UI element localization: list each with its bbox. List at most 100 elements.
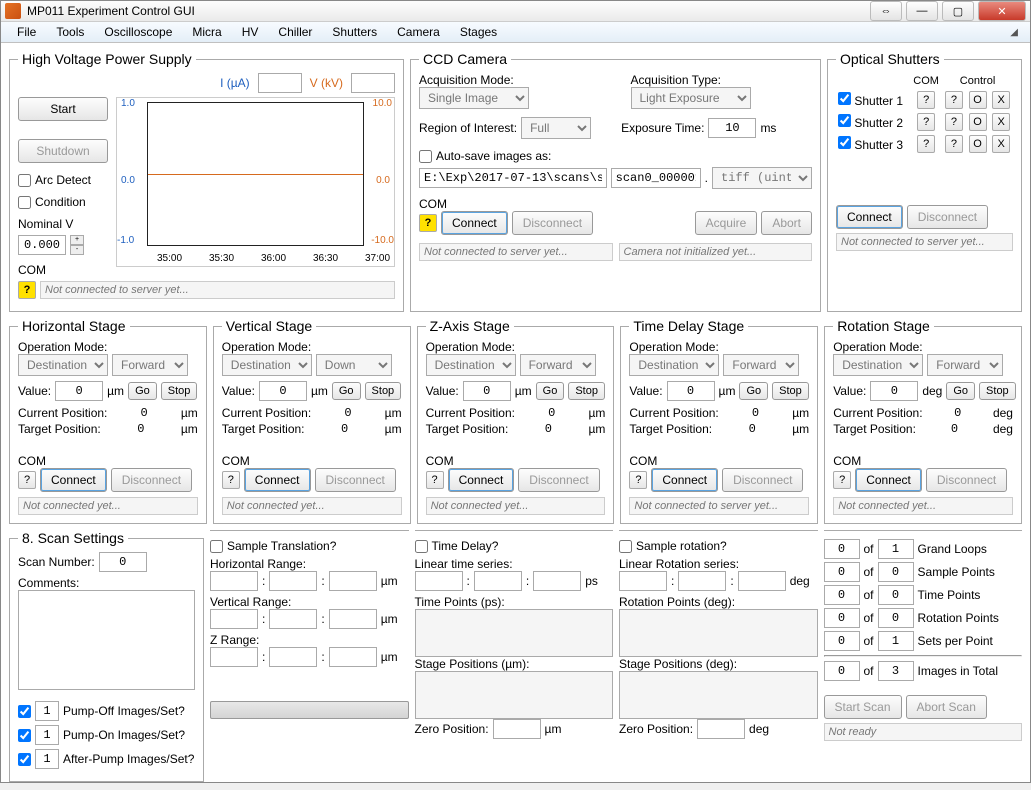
- stage-2-value[interactable]: [463, 381, 511, 401]
- time-delay-checkbox[interactable]: [415, 540, 428, 553]
- time-points-list[interactable]: [415, 609, 614, 657]
- stage-0-go[interactable]: Go: [128, 382, 157, 400]
- abort-scan-button[interactable]: Abort Scan: [906, 695, 987, 719]
- shutter-disconnect-button[interactable]: Disconnect: [907, 205, 988, 229]
- filename-input[interactable]: [611, 168, 701, 188]
- time-zero-input[interactable]: [493, 719, 541, 739]
- shutter-1-enable[interactable]: [838, 92, 851, 105]
- stage-1-go[interactable]: Go: [332, 382, 361, 400]
- start-button[interactable]: Start: [18, 97, 108, 121]
- arc-detect-checkbox[interactable]: [18, 174, 31, 187]
- pump-off-count[interactable]: [35, 701, 59, 721]
- shutter-1-ctrl-q[interactable]: ?: [945, 91, 963, 109]
- rot-zero-input[interactable]: [697, 719, 745, 739]
- stage-0-stop[interactable]: Stop: [161, 382, 198, 400]
- stage-3-value[interactable]: [667, 381, 715, 401]
- stage-3-connect[interactable]: Connect: [651, 468, 718, 492]
- stage-3-disconnect[interactable]: Disconnect: [722, 468, 803, 492]
- stage-3-dir[interactable]: Forward: [723, 354, 799, 376]
- sample-rotation-checkbox[interactable]: [619, 540, 632, 553]
- current-input[interactable]: [258, 73, 302, 93]
- acq-type-select[interactable]: Light Exposure: [631, 87, 751, 109]
- stage-2-disconnect[interactable]: Disconnect: [518, 468, 599, 492]
- start-scan-button[interactable]: Start Scan: [824, 695, 902, 719]
- menu-file[interactable]: File: [7, 22, 46, 42]
- shutdown-button[interactable]: Shutdown: [18, 139, 108, 163]
- menu-oscilloscope[interactable]: Oscilloscope: [94, 22, 182, 42]
- ccd-disconnect-button[interactable]: Disconnect: [512, 211, 593, 235]
- abort-button[interactable]: Abort: [761, 211, 812, 235]
- nominal-up[interactable]: +: [70, 235, 84, 245]
- save-path-input[interactable]: [419, 168, 607, 188]
- stage-4-disconnect[interactable]: Disconnect: [926, 468, 1007, 492]
- pump-on-count[interactable]: [35, 725, 59, 745]
- stage-0-help[interactable]: ?: [18, 471, 36, 489]
- menu-tools[interactable]: Tools: [46, 22, 94, 42]
- stage-1-stop[interactable]: Stop: [365, 382, 402, 400]
- minimize-button[interactable]: —: [906, 1, 938, 21]
- condition-checkbox[interactable]: [18, 196, 31, 209]
- nominal-down[interactable]: -: [70, 245, 84, 255]
- shutter-1-close[interactable]: X: [992, 91, 1010, 109]
- stage-2-help[interactable]: ?: [426, 471, 444, 489]
- stage-3-stop[interactable]: Stop: [772, 382, 809, 400]
- stage-2-go[interactable]: Go: [536, 382, 565, 400]
- pump-on-checkbox[interactable]: [18, 729, 31, 742]
- exp-input[interactable]: [708, 118, 756, 138]
- stage-1-dir[interactable]: Down: [316, 354, 392, 376]
- ccd-connect-button[interactable]: Connect: [441, 211, 508, 235]
- stage-0-mode[interactable]: Destination: [18, 354, 108, 376]
- nominal-input[interactable]: [18, 235, 66, 255]
- stage-4-mode[interactable]: Destination: [833, 354, 923, 376]
- stage-2-connect[interactable]: Connect: [448, 468, 515, 492]
- stage-2-stop[interactable]: Stop: [568, 382, 605, 400]
- shutter-2-enable[interactable]: [838, 114, 851, 127]
- stage-4-dir[interactable]: Forward: [927, 354, 1003, 376]
- stage-4-value[interactable]: [870, 381, 918, 401]
- shutter-connect-button[interactable]: Connect: [836, 205, 903, 229]
- menu-stages[interactable]: Stages: [450, 22, 507, 42]
- maximize-button[interactable]: ▢: [942, 1, 974, 21]
- stage-3-go[interactable]: Go: [739, 382, 768, 400]
- stage-3-mode[interactable]: Destination: [629, 354, 719, 376]
- hv-help-icon[interactable]: ?: [18, 281, 36, 299]
- stage-1-mode[interactable]: Destination: [222, 354, 312, 376]
- voltage-input[interactable]: [351, 73, 395, 93]
- stage-0-dir[interactable]: Forward: [112, 354, 188, 376]
- stage-2-mode[interactable]: Destination: [426, 354, 516, 376]
- ccd-help-icon[interactable]: ?: [419, 214, 437, 232]
- menu-chiller[interactable]: Chiller: [268, 22, 322, 42]
- stage-0-disconnect[interactable]: Disconnect: [111, 468, 192, 492]
- close-button[interactable]: ✕: [978, 1, 1026, 21]
- stage-0-connect[interactable]: Connect: [40, 468, 107, 492]
- menu-micra[interactable]: Micra: [182, 22, 231, 42]
- stage-2-dir[interactable]: Forward: [520, 354, 596, 376]
- rotation-points-list[interactable]: [619, 609, 818, 657]
- stage-1-connect[interactable]: Connect: [244, 468, 311, 492]
- toolbar-dropdown-icon[interactable]: ◢: [1004, 24, 1024, 41]
- acq-mode-select[interactable]: Single Image: [419, 87, 529, 109]
- stage-4-help[interactable]: ?: [833, 471, 851, 489]
- roi-select[interactable]: Full: [521, 117, 591, 139]
- autosave-checkbox[interactable]: [419, 150, 432, 163]
- menu-camera[interactable]: Camera: [387, 22, 450, 42]
- acquire-button[interactable]: Acquire: [695, 211, 758, 235]
- format-select[interactable]: tiff (uint16): [712, 167, 812, 189]
- stage-1-disconnect[interactable]: Disconnect: [315, 468, 396, 492]
- time-stage-pos-list[interactable]: [415, 671, 614, 719]
- shutter-1-open[interactable]: O: [969, 91, 987, 109]
- stage-1-value[interactable]: [259, 381, 307, 401]
- stage-3-help[interactable]: ?: [629, 471, 647, 489]
- stage-1-help[interactable]: ?: [222, 471, 240, 489]
- stage-0-value[interactable]: [55, 381, 103, 401]
- shutter-3-enable[interactable]: [838, 136, 851, 149]
- unfold-button[interactable]: ⇔: [870, 1, 902, 21]
- after-pump-count[interactable]: [35, 749, 59, 769]
- comments-textarea[interactable]: [18, 590, 195, 690]
- stage-4-connect[interactable]: Connect: [855, 468, 922, 492]
- pump-off-checkbox[interactable]: [18, 705, 31, 718]
- stage-4-stop[interactable]: Stop: [979, 382, 1016, 400]
- menu-hv[interactable]: HV: [232, 22, 269, 42]
- stage-4-go[interactable]: Go: [946, 382, 975, 400]
- menu-shutters[interactable]: Shutters: [322, 22, 387, 42]
